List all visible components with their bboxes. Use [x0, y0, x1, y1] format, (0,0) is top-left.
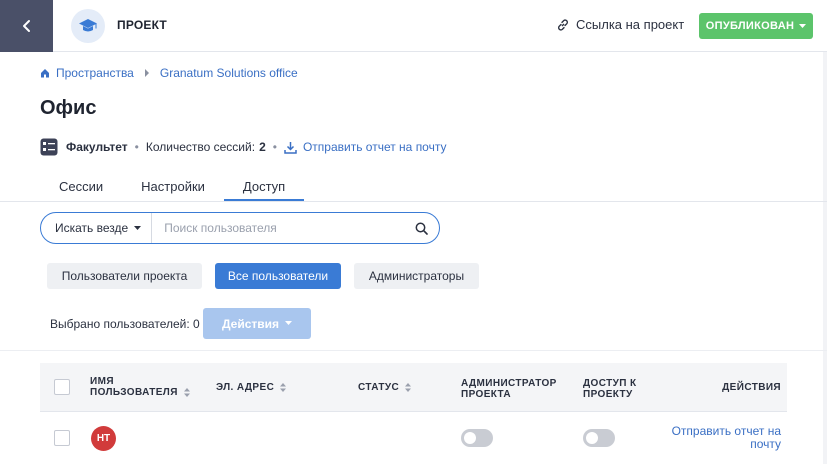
- admin-toggle[interactable]: [461, 429, 493, 447]
- sort-icon: [280, 382, 287, 392]
- faculty-label: Факультет: [66, 140, 128, 154]
- content-divider: [0, 350, 827, 351]
- graduation-cap-icon: [79, 19, 97, 32]
- link-icon: [558, 18, 568, 31]
- column-header-name-label: ИМЯ ПОЛЬЗОВАТЕЛЯ: [90, 376, 178, 398]
- caret-down-icon: [134, 225, 142, 230]
- search-scope-select[interactable]: Искать везде: [41, 213, 153, 243]
- chevron-right-icon: [144, 69, 149, 77]
- search-button[interactable]: [403, 213, 439, 243]
- column-header-status-label: СТАТУС: [358, 382, 400, 393]
- selected-users-label: Выбрано пользователей:: [50, 317, 190, 331]
- tab-bar: Сессии Настройки Доступ: [40, 170, 305, 202]
- table-header: ИМЯ ПОЛЬЗОВАТЕЛЯ ЭЛ. АДРЕС СТАТУС АДМИНИ…: [40, 363, 787, 412]
- filter-project-users[interactable]: Пользователи проекта: [47, 263, 202, 289]
- caret-down-icon: [799, 23, 807, 28]
- project-link-label: Ссылка на проект: [576, 17, 685, 32]
- search-input[interactable]: [152, 213, 403, 243]
- faculty-icon: [40, 138, 58, 156]
- actions-label: Действия: [221, 316, 280, 331]
- publish-status-label: ОПУБЛИКОВАН: [705, 20, 795, 32]
- column-header-status[interactable]: СТАТУС: [358, 382, 412, 393]
- tab-access[interactable]: Доступ: [223, 170, 305, 202]
- breadcrumb-item-office[interactable]: Granatum Solutions office: [160, 66, 298, 80]
- breadcrumb: Пространства Granatum Solutions office: [40, 66, 298, 80]
- send-report-link[interactable]: Отправить отчет на почту: [284, 140, 447, 154]
- download-icon: [284, 141, 297, 154]
- send-report-row-link[interactable]: Отправить отчет на почту: [671, 425, 781, 451]
- sort-icon: [405, 382, 412, 392]
- publish-status-button[interactable]: ОПУБЛИКОВАН: [699, 13, 813, 39]
- chevron-left-icon: [22, 20, 30, 32]
- breadcrumb-item-spaces[interactable]: Пространства: [56, 66, 134, 80]
- sessions-count-label: Количество сессий:: [145, 140, 256, 154]
- project-badge: [71, 9, 105, 43]
- send-report-label: Отправить отчет на почту: [302, 140, 447, 154]
- row-checkbox[interactable]: [54, 430, 70, 446]
- tabs-divider: [0, 201, 827, 202]
- access-toggle[interactable]: [583, 429, 615, 447]
- meta-separator: •: [272, 140, 277, 154]
- home-icon: [41, 69, 49, 78]
- filter-admins[interactable]: Администраторы: [354, 263, 479, 289]
- selected-users-count: 0: [193, 317, 200, 331]
- avatar: HT: [91, 426, 116, 451]
- column-header-email[interactable]: ЭЛ. АДРЕС: [216, 382, 287, 393]
- project-label: ПРОЕКТ: [117, 18, 167, 32]
- actions-button[interactable]: Действия: [203, 308, 311, 339]
- column-header-email-label: ЭЛ. АДРЕС: [216, 382, 275, 393]
- search-icon: [415, 222, 428, 235]
- tab-settings[interactable]: Настройки: [122, 170, 224, 202]
- column-header-admin: АДМИНИСТРАТОР ПРОЕКТА: [461, 378, 557, 400]
- sessions-count-value: 2: [259, 140, 266, 154]
- sort-icon: [184, 387, 191, 397]
- project-link[interactable]: Ссылка на проект: [556, 17, 684, 32]
- users-table: ИМЯ ПОЛЬЗОВАТЕЛЯ ЭЛ. АДРЕС СТАТУС АДМИНИ…: [40, 363, 787, 464]
- table-row: HT Отправить отчет на почту: [40, 412, 787, 464]
- back-button[interactable]: [0, 0, 53, 52]
- selected-users-info: Выбрано пользователей: 0: [50, 317, 200, 331]
- scrollbar-track[interactable]: [823, 52, 827, 464]
- select-all-checkbox[interactable]: [54, 379, 70, 395]
- search-scope-label: Искать везде: [55, 221, 129, 235]
- column-header-actions: ДЕЙСТВИЯ: [722, 382, 781, 393]
- user-search: Искать везде: [40, 212, 440, 244]
- page-title: Офис: [40, 97, 97, 119]
- filter-all-users[interactable]: Все пользователи: [215, 263, 341, 289]
- top-bar: ПРОЕКТ Ссылка на проект ОПУБЛИКОВАН: [0, 0, 827, 52]
- column-header-name[interactable]: ИМЯ ПОЛЬЗОВАТЕЛЯ: [90, 376, 200, 398]
- project-meta: Факультет • Количество сессий: 2 • Отпра…: [40, 137, 446, 157]
- caret-down-icon: [285, 321, 293, 325]
- tab-sessions[interactable]: Сессии: [40, 170, 122, 202]
- meta-separator: •: [134, 140, 139, 154]
- column-header-access: ДОСТУП К ПРОЕКТУ: [583, 378, 637, 400]
